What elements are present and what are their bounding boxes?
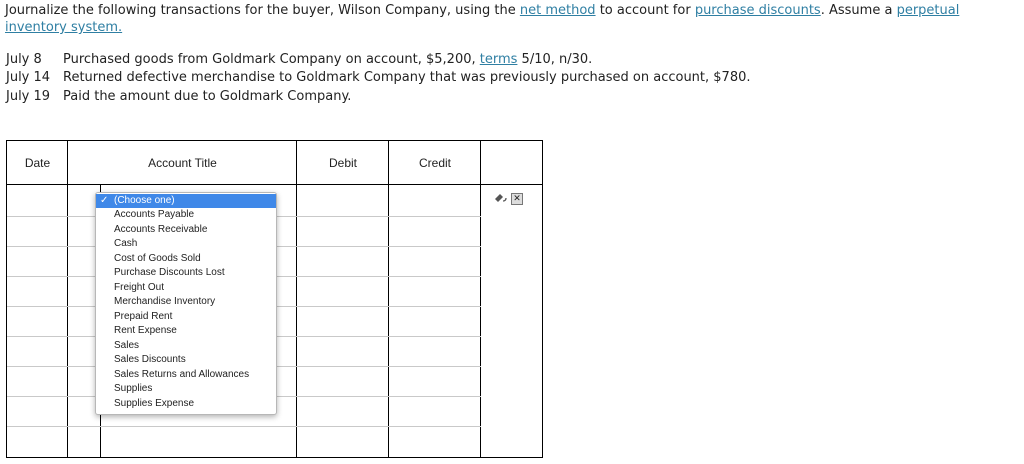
header-actions — [481, 141, 542, 185]
transaction-text: Paid the amount due to Goldmark Company. — [63, 89, 352, 104]
dropdown-option[interactable]: Sales Returns and Allowances — [96, 368, 276, 382]
transaction-date: July 14 — [6, 70, 51, 85]
row-divider — [7, 426, 481, 427]
transaction-text: Purchased goods from Goldmark Company on… — [63, 52, 480, 67]
account-title-dropdown[interactable]: ✓ (Choose one) Accounts Payable Accounts … — [95, 192, 277, 415]
dropdown-option[interactable]: Sales Discounts — [96, 353, 276, 367]
dropdown-option[interactable]: Accounts Receivable — [96, 223, 276, 237]
debit-cell[interactable] — [297, 186, 388, 216]
header-credit: Credit — [389, 141, 481, 185]
question-part-2: to account for — [595, 3, 695, 18]
undo-pencil-icon[interactable] — [494, 193, 508, 203]
question-part-1: Journalize the following transactions fo… — [5, 3, 520, 18]
transaction-text: Returned defective merchandise to Goldma… — [63, 70, 751, 85]
transaction-row: July 19 Paid the amount due to Goldmark C… — [6, 88, 351, 105]
dropdown-option[interactable]: Cost of Goods Sold — [96, 252, 276, 266]
header-date: Date — [7, 141, 68, 185]
column-divider — [480, 141, 481, 457]
dropdown-option[interactable]: Accounts Payable — [96, 208, 276, 222]
header-debit: Debit — [297, 141, 389, 185]
dropdown-option[interactable]: Purchase Discounts Lost — [96, 266, 276, 280]
credit-cell[interactable] — [389, 186, 480, 216]
dropdown-option[interactable]: Rent Expense — [96, 324, 276, 338]
header-account-title: Account Title — [68, 141, 297, 185]
transaction-date: July 8 — [6, 52, 42, 67]
date-cell[interactable] — [7, 186, 67, 216]
dropdown-option[interactable]: Supplies Expense — [96, 397, 276, 411]
purchase-discounts-link[interactable]: purchase discounts — [695, 3, 821, 18]
transaction-row: July 14 Returned defective merchandise to… — [6, 69, 751, 86]
dropdown-option[interactable]: Freight Out — [96, 281, 276, 295]
dropdown-option[interactable]: Sales — [96, 339, 276, 353]
transaction-row: July 8 Purchased goods from Goldmark Comp… — [6, 51, 592, 68]
net-method-link[interactable]: net method — [520, 3, 596, 18]
close-icon[interactable]: ✕ — [511, 193, 523, 205]
dropdown-option[interactable]: Merchandise Inventory — [96, 295, 276, 309]
dropdown-option[interactable]: ✓ (Choose one) — [96, 194, 276, 208]
dropdown-option[interactable]: Prepaid Rent — [96, 310, 276, 324]
dropdown-option[interactable]: Cash — [96, 237, 276, 251]
column-divider — [67, 141, 68, 457]
terms-link[interactable]: terms — [480, 52, 518, 67]
question-text: Journalize the following transactions fo… — [5, 2, 1020, 36]
dropdown-option[interactable]: Supplies — [96, 382, 276, 396]
question-part-3: . Assume a — [820, 3, 897, 18]
transaction-text-after: 5/10, n/30. — [517, 52, 593, 67]
checkmark-icon: ✓ — [100, 195, 109, 206]
transaction-date: July 19 — [6, 89, 51, 104]
